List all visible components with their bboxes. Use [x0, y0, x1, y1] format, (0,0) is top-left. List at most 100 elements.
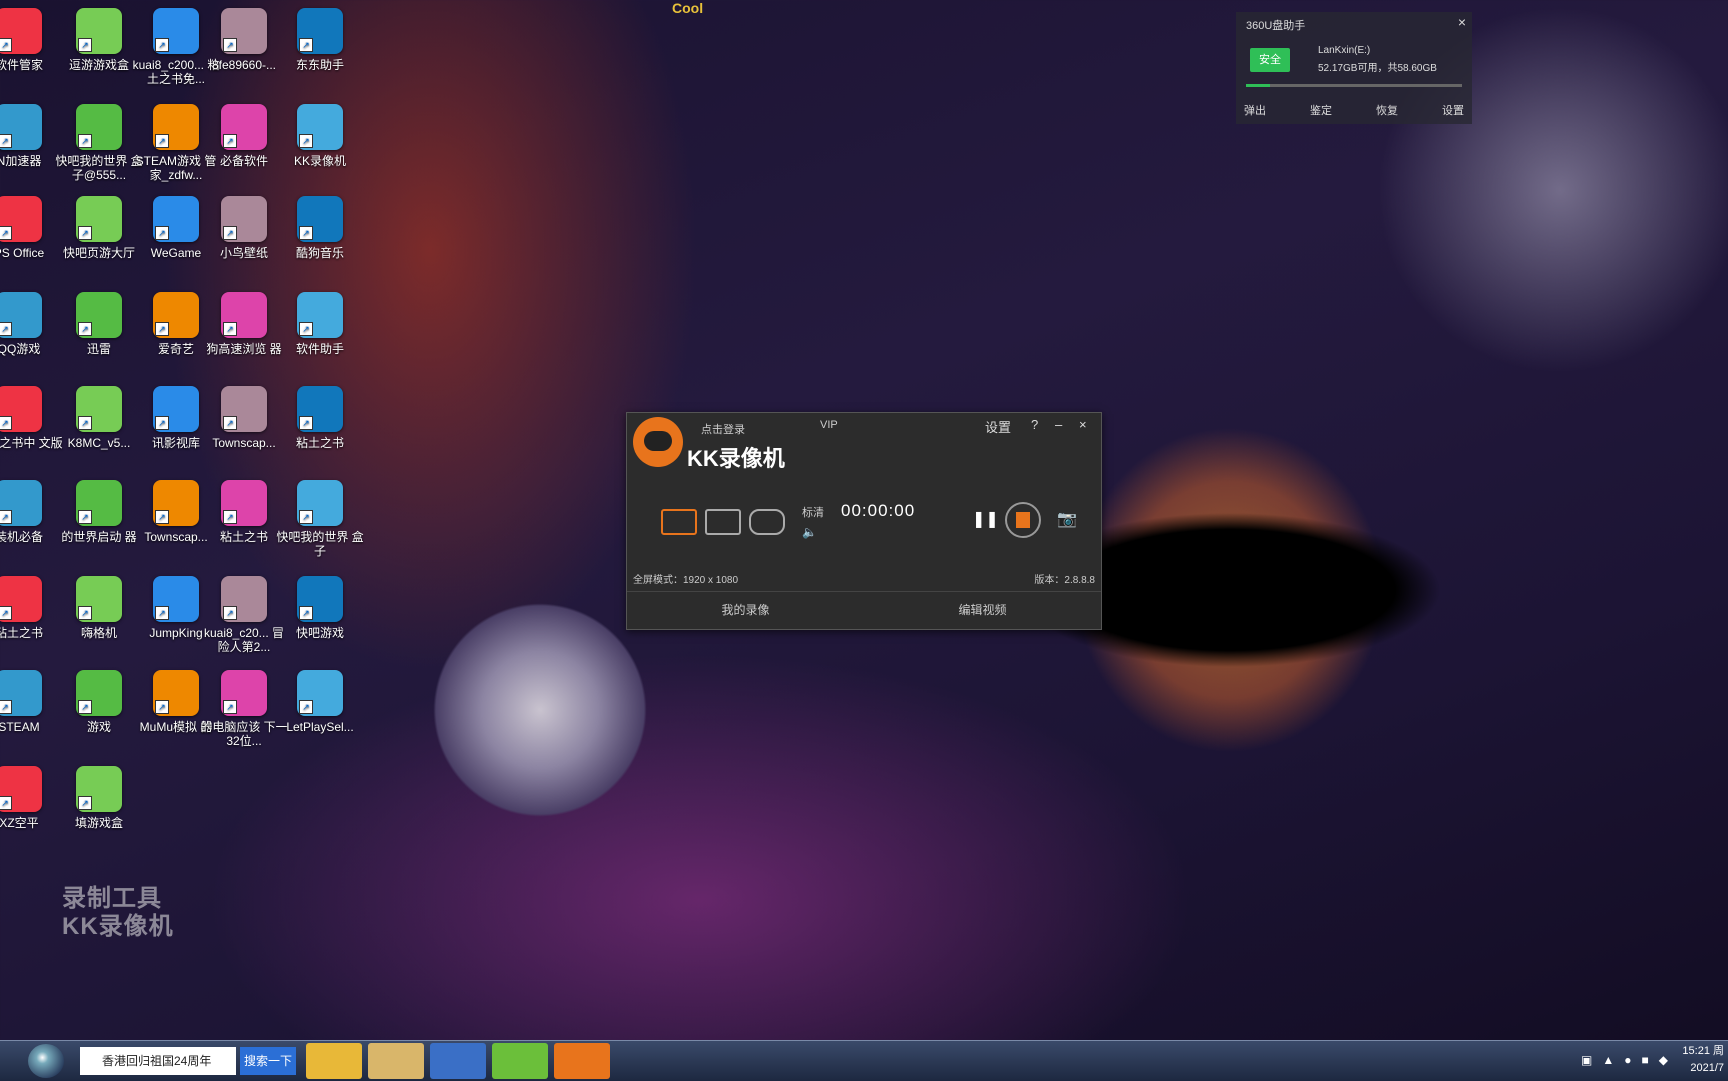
region-mode-icon[interactable] — [705, 509, 741, 535]
watermark-line1: 录制工具 — [62, 885, 162, 912]
shortcut-arrow-icon: ↗ — [78, 134, 92, 148]
app-icon: ↗ — [76, 670, 122, 716]
tray-icon-4[interactable]: ■ — [1642, 1053, 1649, 1067]
desktop-icon-label: 快吧我的世界 盒子 — [276, 530, 364, 558]
shortcut-arrow-icon: ↗ — [299, 416, 313, 430]
clock[interactable]: 15:21 周 2021/7 — [1682, 1043, 1724, 1077]
app-icon: ↗ — [153, 670, 199, 716]
app-icon: ↗ — [221, 8, 267, 54]
app-icon: ↗ — [221, 576, 267, 622]
tray-icon-3[interactable]: ● — [1624, 1053, 1631, 1067]
app-icon: ↗ — [297, 196, 343, 242]
camera-icon[interactable]: 📷 — [1057, 509, 1077, 529]
tray-icon-5[interactable]: ◆ — [1659, 1053, 1668, 1067]
desktop-icon[interactable]: ↗ 东东助手 — [275, 8, 365, 72]
record-timer: 00:00:00 — [841, 501, 916, 520]
mode-text: 全屏模式：1920 x 1080 — [633, 575, 739, 586]
eject-button[interactable]: 弹出 — [1244, 102, 1266, 118]
shortcut-arrow-icon: ↗ — [155, 38, 169, 52]
shortcut-arrow-icon: ↗ — [155, 226, 169, 240]
app-icon: ↗ — [153, 480, 199, 526]
shortcut-arrow-icon: ↗ — [0, 38, 12, 52]
taskbar-folder-icon[interactable] — [368, 1043, 424, 1079]
volume-icon[interactable]: 🔈 — [802, 525, 817, 539]
desktop-icon[interactable]: ↗ 粘土之书 — [275, 386, 365, 450]
desktop-icon[interactable]: ↗ LetPlaySel... — [275, 670, 365, 734]
desktop-icon[interactable]: ↗ 快吧游戏 — [275, 576, 365, 640]
usb-helper-title: 360U盘助手 — [1246, 20, 1306, 32]
start-button[interactable] — [28, 1044, 64, 1078]
shortcut-arrow-icon: ↗ — [155, 322, 169, 336]
shortcut-arrow-icon: ↗ — [155, 134, 169, 148]
app-icon: ↗ — [297, 292, 343, 338]
close-icon[interactable]: × — [1458, 14, 1466, 30]
shortcut-arrow-icon: ↗ — [299, 38, 313, 52]
login-link[interactable]: 点击登录 — [701, 421, 745, 437]
app-icon: ↗ — [76, 576, 122, 622]
vip-badge[interactable]: VIP — [820, 419, 838, 431]
check-button[interactable]: 鉴定 — [1310, 102, 1332, 118]
app-icon: ↗ — [221, 670, 267, 716]
edit-video-button[interactable]: 编辑视频 — [864, 592, 1101, 628]
app-icon: ↗ — [221, 292, 267, 338]
shortcut-arrow-icon: ↗ — [78, 510, 92, 524]
minimize-button[interactable]: – — [1055, 417, 1062, 432]
desktop-icon[interactable]: ↗ 软件助手 — [275, 292, 365, 356]
pause-icon[interactable]: ❚❚ — [972, 509, 999, 529]
app-icon: ↗ — [221, 196, 267, 242]
desktop-icon[interactable]: ↗ KK录像机 — [275, 104, 365, 168]
app-icon: ↗ — [76, 8, 122, 54]
watermark-line2: KK录像机 — [62, 913, 174, 940]
desktop-icon-label: 酷狗音乐 — [295, 246, 344, 260]
desktop-icon[interactable]: ↗ 酷狗音乐 — [275, 196, 365, 260]
app-icon: ↗ — [0, 480, 42, 526]
kk-recorder-window: 点击登录 VIP KK录像机 设置 ? – × 标清 🔈 00:00:00 ❚❚… — [626, 412, 1102, 630]
desktop-icon-label: 填游戏盒 — [74, 816, 123, 830]
app-icon: ↗ — [0, 196, 42, 242]
shortcut-arrow-icon: ↗ — [78, 796, 92, 810]
search-button[interactable]: 搜索一下 — [240, 1047, 296, 1075]
shortcut-arrow-icon: ↗ — [78, 322, 92, 336]
shortcut-arrow-icon: ↗ — [223, 700, 237, 714]
search-input[interactable]: 香港回归祖国24周年 — [80, 1047, 236, 1075]
settings-button[interactable]: 设置 — [1442, 102, 1464, 118]
shortcut-arrow-icon: ↗ — [155, 416, 169, 430]
app-icon: ↗ — [297, 104, 343, 150]
app-icon: ↗ — [297, 480, 343, 526]
app-title: KK录像机 — [687, 446, 785, 471]
game-mode-icon[interactable] — [749, 509, 785, 535]
record-button[interactable] — [1005, 502, 1041, 538]
my-recordings-button[interactable]: 我的录像 — [627, 592, 864, 628]
taskbar: 香港回归祖国24周年 搜索一下 ▣ ▲ ● ■ ◆ 15:21 周 2021/7 — [0, 1040, 1728, 1081]
shortcut-arrow-icon: ↗ — [223, 510, 237, 524]
help-button[interactable]: ? — [1031, 417, 1038, 432]
kk-footer: 我的录像 编辑视频 — [627, 591, 1101, 628]
taskbar-browser-icon[interactable] — [430, 1043, 486, 1079]
fullscreen-mode-icon[interactable] — [661, 509, 697, 535]
tray-icon-1[interactable]: ▣ — [1581, 1053, 1592, 1067]
quality-select[interactable]: 标清 — [802, 504, 824, 520]
desktop-icon[interactable]: ↗ 快吧我的世界 盒子 — [275, 480, 365, 558]
shortcut-arrow-icon: ↗ — [78, 700, 92, 714]
app-icon: ↗ — [0, 670, 42, 716]
settings-link[interactable]: 设置 — [985, 417, 1011, 436]
recover-button[interactable]: 恢复 — [1376, 102, 1398, 118]
app-icon: ↗ — [76, 766, 122, 812]
shortcut-arrow-icon: ↗ — [299, 134, 313, 148]
shortcut-arrow-icon: ↗ — [223, 226, 237, 240]
watermark: 录制工具 KK录像机 — [62, 885, 174, 941]
taskbar-app-icon[interactable] — [492, 1043, 548, 1079]
taskbar-app-software-icon[interactable] — [306, 1043, 362, 1079]
shortcut-arrow-icon: ↗ — [155, 510, 169, 524]
drive-space: 52.17GB可用，共58.60GB — [1318, 63, 1437, 74]
desktop-icon[interactable]: ↗ 填游戏盒 — [54, 766, 144, 830]
app-icon: ↗ — [153, 292, 199, 338]
tray-icon-2[interactable]: ▲ — [1602, 1053, 1614, 1067]
close-button[interactable]: × — [1079, 417, 1087, 432]
stop-icon — [1016, 512, 1030, 528]
app-icon: ↗ — [153, 386, 199, 432]
shortcut-arrow-icon: ↗ — [299, 606, 313, 620]
shortcut-arrow-icon: ↗ — [78, 226, 92, 240]
taskbar-kk-icon[interactable] — [554, 1043, 610, 1079]
shortcut-arrow-icon: ↗ — [0, 510, 12, 524]
